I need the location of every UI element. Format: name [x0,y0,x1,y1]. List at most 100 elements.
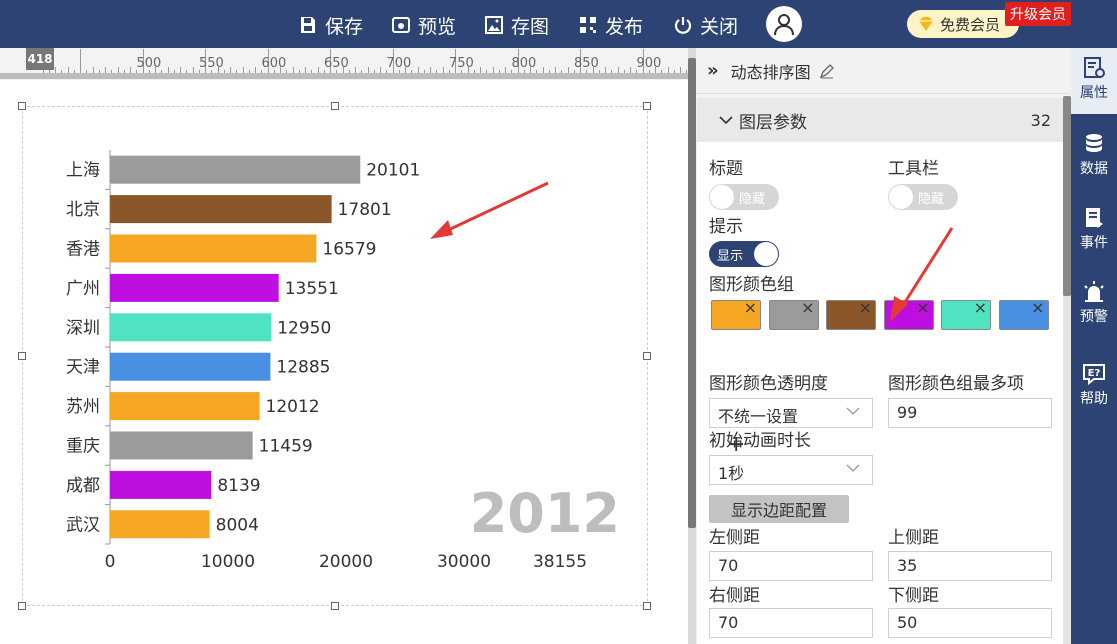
left-margin-input[interactable]: 70 [709,551,873,581]
save-image-button[interactable]: 存图 [484,11,549,39]
data-tab[interactable]: 数据 [1071,132,1117,178]
toggle-knob [710,185,734,209]
bar [110,195,332,224]
member-label: 免费会员 [940,15,1001,34]
toggle-knob [889,185,913,209]
category-label: 苏州 [66,397,100,417]
side-icon-bar: 属性 数据 事件 预警 E? 帮助 [1071,48,1117,644]
remove-color-icon[interactable]: × [974,298,987,317]
category-label: 武汉 [66,515,100,535]
bar-value-label: 16579 [322,240,376,260]
category-label: 深圳 [66,318,100,338]
bar [110,273,279,302]
category-label: 香港 [66,240,100,260]
opacity-select[interactable]: 不统一设置 [709,398,873,428]
annotation-arrow-left [430,181,549,239]
color-swatch[interactable]: × [998,298,1049,330]
ruler-label: 550 [199,56,224,71]
remove-color-icon[interactable]: × [744,298,757,317]
edit-icon[interactable] [819,63,835,79]
bar-value-label: 17801 [338,200,392,220]
alerts-tab-label: 预警 [1080,309,1108,325]
data-tab-label: 数据 [1080,161,1108,177]
save-button[interactable]: 保存 [298,11,363,39]
chevron-down-icon [719,116,733,125]
anim-duration-select[interactable]: 1秒 [709,455,873,485]
color-swatch[interactable]: × [711,298,761,330]
category-label: 上海 [66,161,100,181]
collapse-panel-icon[interactable]: » [707,60,719,81]
bar-value-label: 13551 [285,279,339,299]
horizontal-ruler: 500550600650700750800850900950 [0,48,688,76]
title-toggle-text: 隐藏 [739,192,766,207]
tip-toggle[interactable]: 显示 [709,241,779,267]
left-margin-label: 左侧距 [709,528,760,548]
toolbar-toggle-text: 隐藏 [918,192,945,207]
max-items-input[interactable]: 99 [888,398,1052,428]
properties-tab[interactable]: 属性 [1071,48,1117,114]
help-tab[interactable]: E? 帮助 [1071,362,1117,408]
tip-toggle-text: 显示 [717,249,744,264]
alarm-icon [1084,281,1104,302]
year-label: 2012 [470,482,620,545]
help-tab-label: 帮助 [1080,391,1108,407]
diamond-icon [919,17,933,31]
canvas-scrollbar[interactable] [688,48,696,644]
avatar[interactable] [766,6,802,42]
show-margin-config-button[interactable]: 显示边距配置 [709,495,849,523]
bottom-margin-label: 下侧距 [888,586,939,606]
right-margin-input[interactable]: 70 [709,608,873,638]
remove-color-icon[interactable]: × [859,298,872,317]
bottom-margin-input[interactable]: 50 [888,608,1052,638]
right-margin-value: 70 [718,613,739,632]
ruler-label: 500 [136,56,162,71]
x-tick-label: 20000 [319,552,373,572]
section-count: 32 [1030,110,1051,130]
color-swatch[interactable]: × [826,298,876,330]
ruler-label: 600 [261,56,287,71]
bar-value-label: 11459 [259,437,313,457]
toggle-knob [754,242,778,266]
ruler-label: 800 [511,56,537,71]
chevron-down-icon [846,407,860,415]
color-swatch[interactable]: × [768,298,819,330]
bar-value-label: 12950 [277,318,331,338]
top-margin-input[interactable]: 35 [888,551,1052,581]
close-label: 关闭 [700,15,739,38]
remove-color-icon[interactable]: × [801,298,814,317]
bar [110,510,210,539]
image-icon [485,16,503,34]
bar-value-label: 20101 [366,161,420,181]
bar [110,234,317,263]
remove-color-icon[interactable]: × [1031,298,1044,317]
toolbar-toggle[interactable]: 隐藏 [888,184,958,210]
layer-params-section[interactable]: 图层参数 32 [697,98,1063,142]
publish-button[interactable]: 发布 [578,11,643,39]
chevron-down-icon [846,464,860,472]
component-title: 动态排序图 [730,62,811,82]
design-canvas[interactable]: 上海 20101 北京 17801 香港 16579 广州 13551 深圳 12950 天津 128… [0,80,688,644]
panel-scrollbar-thumb[interactable] [1063,96,1071,296]
panel-header: » 动态排序图 [697,48,1070,94]
events-tab[interactable]: 事件 [1071,206,1117,252]
panel-scrollbar[interactable] [1063,96,1071,644]
preview-icon [392,17,410,33]
ruler-label: 700 [386,56,412,71]
x-tick-label: 38155 [533,552,587,572]
qrcode-icon [580,17,596,33]
close-button[interactable]: 关闭 [673,11,738,39]
ruler-label: 900 [636,56,662,71]
title-toggle[interactable]: 隐藏 [709,184,779,210]
category-label: 广州 [66,279,100,299]
alerts-tab[interactable]: 预警 [1071,280,1117,326]
upgrade-button[interactable]: 升级会员 [1005,2,1071,26]
preview-button[interactable]: 预览 [391,11,456,39]
bar-value-label: 8004 [216,515,259,535]
bar [110,313,272,342]
category-label: 北京 [66,200,100,220]
racing-bar-chart[interactable]: 上海 20101 北京 17801 香港 16579 广州 13551 深圳 12950 天津 128… [0,80,688,644]
bar [110,431,253,460]
canvas-scrollbar-thumb[interactable] [688,58,696,528]
member-badge[interactable]: 免费会员 [907,10,1019,38]
category-label: 天津 [66,358,100,378]
